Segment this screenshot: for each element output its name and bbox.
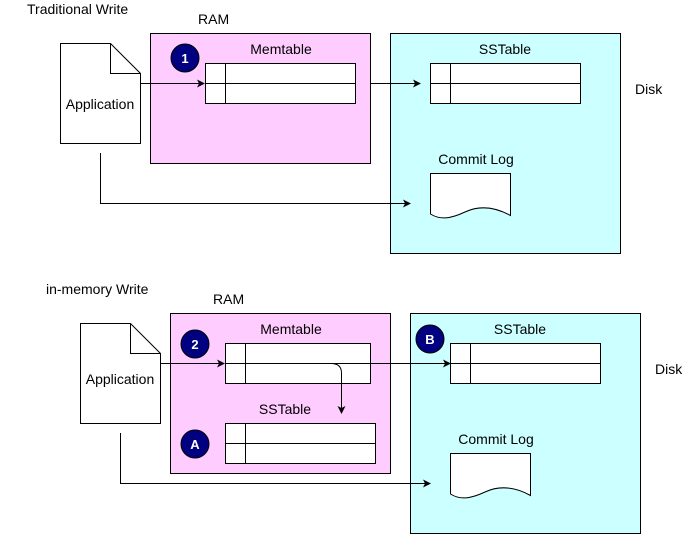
application-document: Application	[80, 323, 161, 424]
ram-label: RAM	[213, 291, 244, 307]
step-1-badge-text: 1	[181, 51, 188, 66]
disk-label: Disk	[635, 81, 663, 97]
badge-b-text: B	[425, 332, 434, 347]
badge-b: B	[415, 324, 445, 354]
memtable-table	[205, 63, 356, 104]
in-memory-write-title: in-memory Write	[46, 281, 149, 297]
write-path-diagram: Traditional Write RAM Disk Application 1…	[27, 1, 683, 534]
ram-sstable-label: SSTable	[259, 401, 311, 417]
step-2-badge-text: 2	[191, 337, 198, 352]
memtable-label: Memtable	[260, 321, 322, 337]
step-1-badge: 1	[170, 43, 200, 73]
application-label: Application	[86, 371, 155, 387]
sstable-label: SSTable	[479, 41, 531, 57]
application-document: Application	[60, 43, 141, 144]
badge-a-text: A	[190, 437, 200, 452]
badge-a: A	[180, 429, 210, 459]
commit-log-label: Commit Log	[458, 431, 533, 447]
traditional-write-title: Traditional Write	[27, 1, 128, 17]
ram-label: RAM	[198, 11, 229, 27]
disk-label: Disk	[655, 361, 683, 377]
commit-log-label: Commit Log	[438, 151, 513, 167]
ram-sstable-table	[225, 423, 376, 464]
traditional-write-section: Traditional Write RAM Disk Application 1…	[27, 1, 663, 254]
memtable-label: Memtable	[250, 41, 312, 57]
sstable-table	[430, 63, 581, 104]
disk-sstable-table	[450, 343, 601, 384]
step-2-badge: 2	[180, 329, 210, 359]
disk-sstable-label: SSTable	[494, 321, 546, 337]
in-memory-write-section: in-memory Write RAM Disk Application 2 M…	[46, 281, 683, 534]
application-label: Application	[66, 96, 135, 112]
